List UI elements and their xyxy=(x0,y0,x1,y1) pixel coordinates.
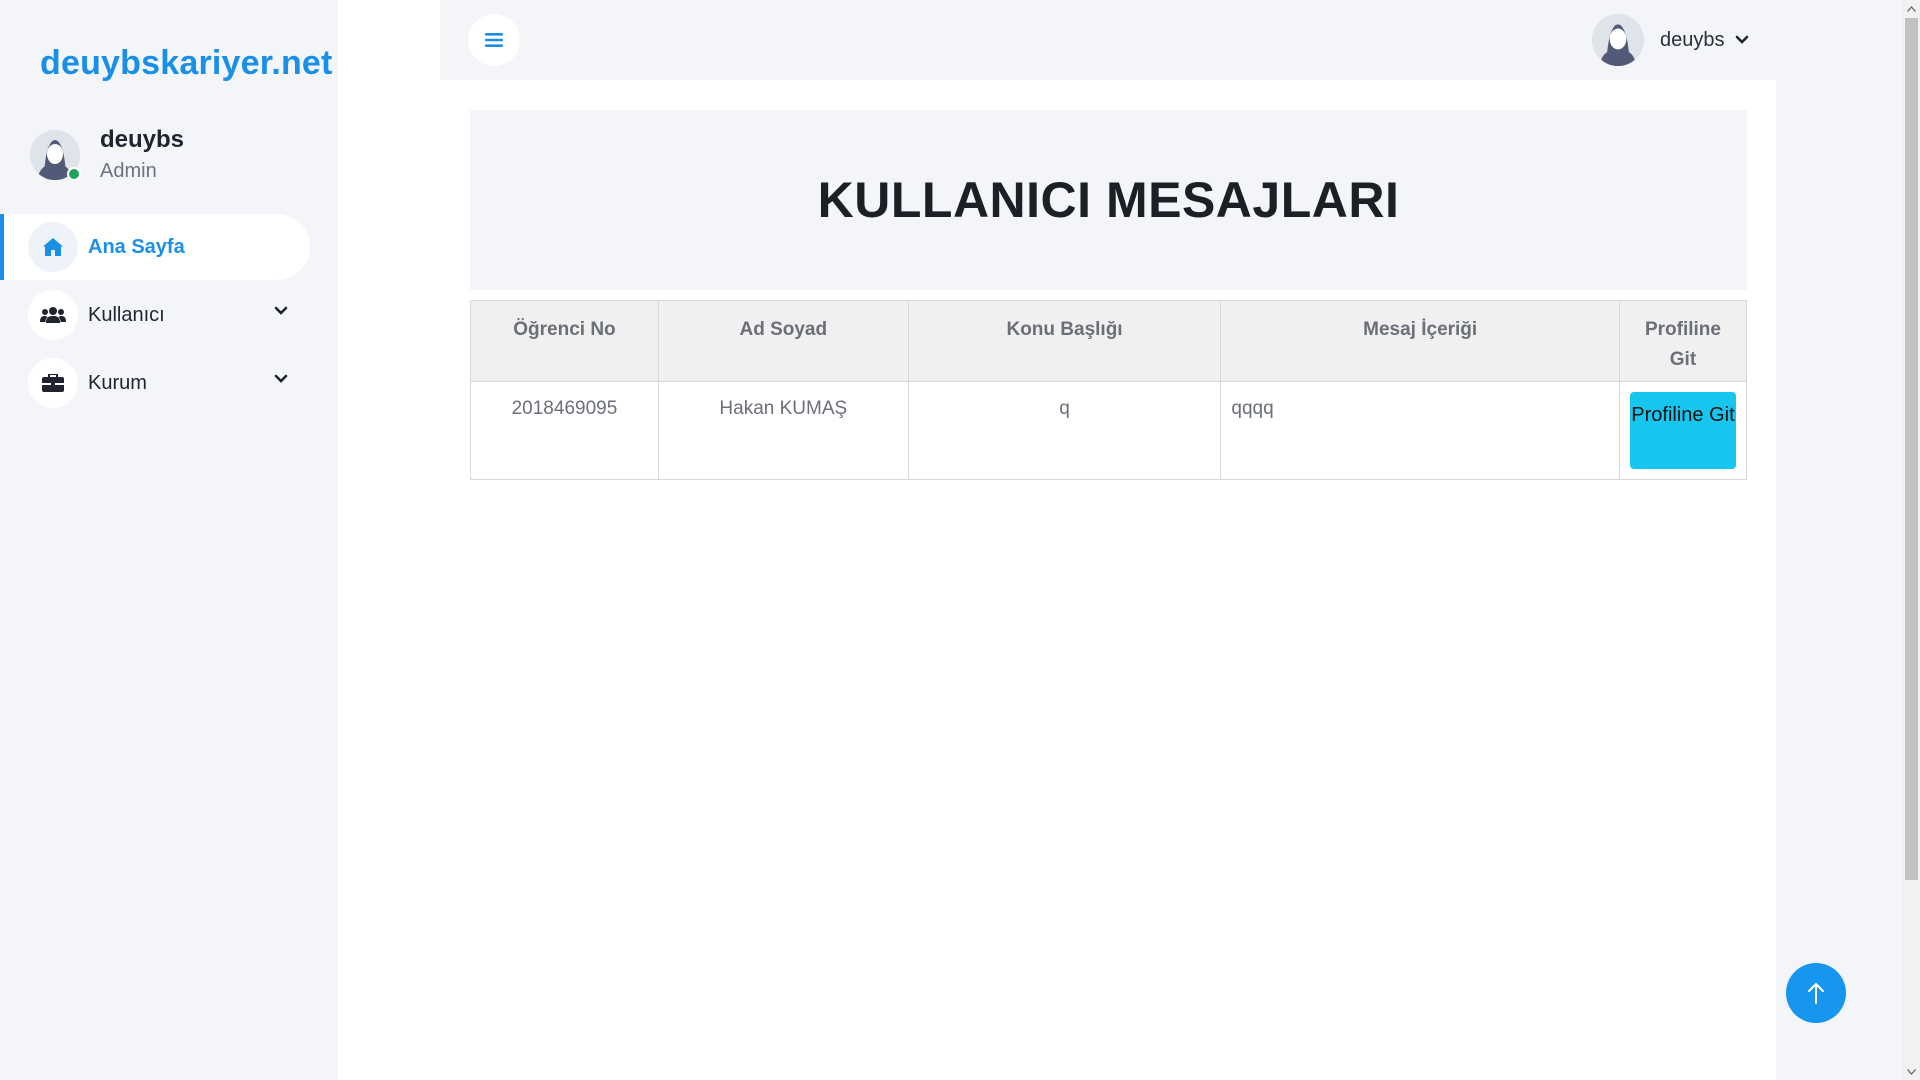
column-header-subject: Konu Başlığı xyxy=(907,300,1222,382)
sidebar-item-label: Kullanıcı xyxy=(88,303,165,326)
scrollbar-thumb[interactable] xyxy=(1905,18,1918,880)
page-title: KULLANICI MESAJLARI xyxy=(817,172,1400,228)
column-header-full-name: Ad Soyad xyxy=(657,300,909,382)
online-status-dot xyxy=(67,167,81,181)
page-header: KULLANICI MESAJLARI xyxy=(470,110,1747,290)
messages-table: Öğrenci No Ad Soyad Konu Başlığı Mesaj İ… xyxy=(470,300,1748,480)
sidebar-item-ana-sayfa[interactable]: Ana Sayfa xyxy=(0,214,310,280)
avatar xyxy=(1592,14,1644,66)
sidebar-item-kullanici[interactable]: Kullanıcı xyxy=(0,282,310,348)
brand-logo[interactable]: deuybskariyer.net xyxy=(40,44,333,83)
profile-role: Admin xyxy=(100,160,157,182)
menu-toggle-button[interactable] xyxy=(468,14,520,66)
chevron-down-icon xyxy=(274,306,288,315)
cell-subject: q xyxy=(907,381,1222,480)
cell-message: qqqq xyxy=(1220,381,1620,480)
cell-action: Profiline Git xyxy=(1618,381,1748,480)
vertical-scrollbar[interactable] xyxy=(1903,0,1920,1080)
column-header-message: Mesaj İçeriği xyxy=(1220,300,1620,382)
profile-name: deuybs xyxy=(100,126,185,153)
topbar: deuybs xyxy=(440,0,1776,80)
sidebar-nav: Ana Sayfa Kullanıcı Kurum xyxy=(0,214,310,418)
sidebar-item-kurum[interactable]: Kurum xyxy=(0,350,310,416)
sidebar: deuybskariyer.net deuybs Admin Ana Sayfa xyxy=(0,0,338,1080)
arrow-up-icon xyxy=(1808,983,1824,1004)
chevron-down-icon xyxy=(274,374,288,383)
column-header-student-no: Öğrenci No xyxy=(470,300,659,382)
table-header-row: Öğrenci No Ad Soyad Konu Başlığı Mesaj İ… xyxy=(470,300,1748,382)
scroll-down-arrow-icon[interactable] xyxy=(1903,1063,1920,1080)
table-row: 2018469095 Hakan KUMAŞ q qqqq Profiline … xyxy=(470,381,1748,480)
go-to-profile-button[interactable]: Profiline Git xyxy=(1629,392,1736,469)
users-icon xyxy=(28,290,78,340)
main-content: KULLANICI MESAJLARI Öğrenci No Ad Soyad … xyxy=(440,80,1776,1080)
user-name: deuybs xyxy=(1660,28,1725,51)
scroll-to-top-button[interactable] xyxy=(1786,963,1846,1023)
content-gutter xyxy=(338,0,440,1080)
user-silhouette-icon xyxy=(1592,14,1644,66)
home-icon xyxy=(28,222,78,272)
briefcase-icon xyxy=(28,358,78,408)
user-menu[interactable]: deuybs xyxy=(1592,14,1749,66)
sidebar-item-label: Ana Sayfa xyxy=(88,235,185,258)
scroll-up-arrow-icon[interactable] xyxy=(1903,0,1920,17)
cell-student-no: 2018469095 xyxy=(470,381,659,480)
chevron-down-icon xyxy=(1735,35,1748,44)
sidebar-profile: deuybs Admin xyxy=(30,126,184,183)
cell-full-name: Hakan KUMAŞ xyxy=(657,381,909,480)
hamburger-icon xyxy=(485,33,503,47)
column-header-profile: Profiline Git xyxy=(1618,300,1748,382)
sidebar-item-label: Kurum xyxy=(88,371,147,394)
